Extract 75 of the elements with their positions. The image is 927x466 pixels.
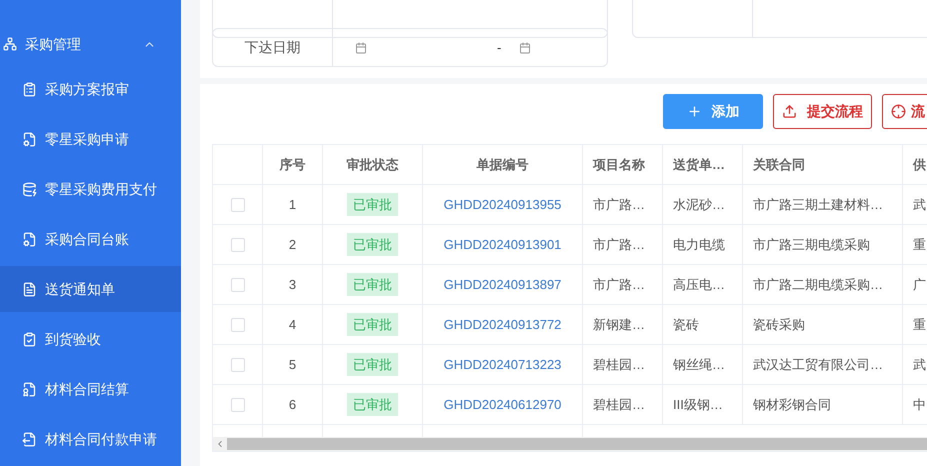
table-cell-text: 水泥砂… [673, 196, 725, 214]
column-header: 供 [913, 156, 926, 174]
row-checkbox[interactable] [230, 198, 244, 212]
table-cell-text: 4 [288, 316, 296, 334]
table-cell-text: 6 [288, 396, 296, 414]
table-cell-text: 重 [913, 316, 926, 334]
sidebar-group[interactable]: 采购管理 [0, 28, 181, 60]
filter-field[interactable] [212, 0, 608, 38]
crosshair-icon [891, 104, 906, 119]
table-cell-text: 碧桂园… [593, 396, 645, 414]
row-checkbox[interactable] [230, 358, 244, 372]
status-tag: 已审批 [347, 272, 398, 296]
table-cell-text: 市广路… [593, 196, 645, 214]
table-cell-text: 5 [288, 356, 296, 374]
status-tag: 已审批 [347, 192, 398, 216]
table-cell-text: 武 [913, 356, 926, 374]
table-cell-text: 市广路三期土建材料… [753, 196, 883, 214]
column-header: 关联合同 [753, 156, 805, 174]
table-cell-text: 瓷砖采购 [753, 316, 805, 334]
sidebar-item[interactable]: 采购方案报审 [0, 66, 181, 112]
table-cell-text: 市广路… [593, 276, 645, 294]
row-checkbox[interactable] [230, 398, 244, 412]
horizontal-scrollbar[interactable] [213, 437, 927, 451]
sidebar-group-label: 采购管理 [25, 34, 82, 54]
document-number-link[interactable]: GHDD20240913901 [444, 234, 562, 254]
sidebar-item[interactable]: 材料合同结算 [0, 366, 181, 412]
table-cell-text: 中 [913, 396, 926, 414]
table-cell-text: 武 [913, 196, 926, 214]
document-number-link[interactable]: GHDD20240612970 [444, 394, 562, 414]
table-cell-text: III级钢… [673, 396, 723, 414]
status-tag: 已审批 [347, 352, 398, 376]
row-checkbox[interactable] [230, 238, 244, 252]
sidebar-item[interactable]: 零星采购申请 [0, 116, 181, 162]
toolbar-button[interactable]: 提交流程 [773, 94, 872, 129]
plus-icon [686, 104, 702, 119]
sidebar-item[interactable]: 材料合同付款申请 [0, 416, 181, 462]
column-header: 审批状态 [346, 156, 398, 174]
table-cell-text: 广 [913, 276, 926, 294]
column-header: 序号 [280, 156, 306, 174]
table-cell-text: 市广路二期电缆采购… [753, 276, 883, 294]
document-number-link[interactable]: GHDD20240913897 [444, 274, 562, 294]
column-header: 送货单… [673, 156, 725, 174]
table-cell-text: 碧桂园… [593, 356, 645, 374]
table-cell-text: 3 [288, 276, 296, 294]
table-cell-text: 武汉达工贸有限公司… [753, 356, 883, 374]
table-cell-text: 市广路… [593, 236, 645, 254]
table-cell-text: 钢材彩钢合同 [753, 396, 831, 414]
toolbar-button[interactable]: 添加 [663, 94, 763, 129]
status-tag: 已审批 [347, 392, 398, 416]
document-number-link[interactable]: GHDD20240713223 [444, 354, 562, 374]
table-cell-text: 2 [288, 236, 296, 254]
status-tag: 已审批 [347, 232, 398, 256]
sidebar-item[interactable]: 到货验收 [0, 316, 181, 362]
upload-icon [782, 104, 797, 119]
document-number-link[interactable]: GHDD20240913772 [444, 314, 562, 334]
sidebar-item[interactable]: 零星采购费用支付 [0, 166, 181, 212]
table-cell-text: 市广路三期电缆采购 [753, 236, 870, 254]
toolbar-button[interactable]: 流 [882, 94, 927, 129]
column-header: 项目名称 [593, 156, 645, 174]
sidebar-item[interactable]: 送货通知单 [0, 266, 181, 312]
status-tag: 已审批 [347, 312, 398, 336]
column-header: 单据编号 [476, 156, 528, 174]
row-checkbox[interactable] [230, 278, 244, 292]
row-checkbox[interactable] [230, 318, 244, 332]
sidebar-item[interactable]: 采购合同台账 [0, 216, 181, 262]
table-cell-text: 1 [288, 196, 296, 214]
table-cell-text: 瓷砖 [673, 316, 699, 334]
table-cell-text: 钢丝绳… [673, 356, 725, 374]
table-cell-text: 电力电缆 [673, 236, 725, 254]
filter-field[interactable] [632, 0, 927, 38]
document-number-link[interactable]: GHDD20240913955 [444, 194, 562, 214]
table-cell-text: 高压电… [673, 276, 725, 294]
table-cell-text: 新钢建… [593, 316, 645, 334]
hierarchy-icon [3, 37, 17, 51]
table-cell-text: 重 [913, 236, 926, 254]
